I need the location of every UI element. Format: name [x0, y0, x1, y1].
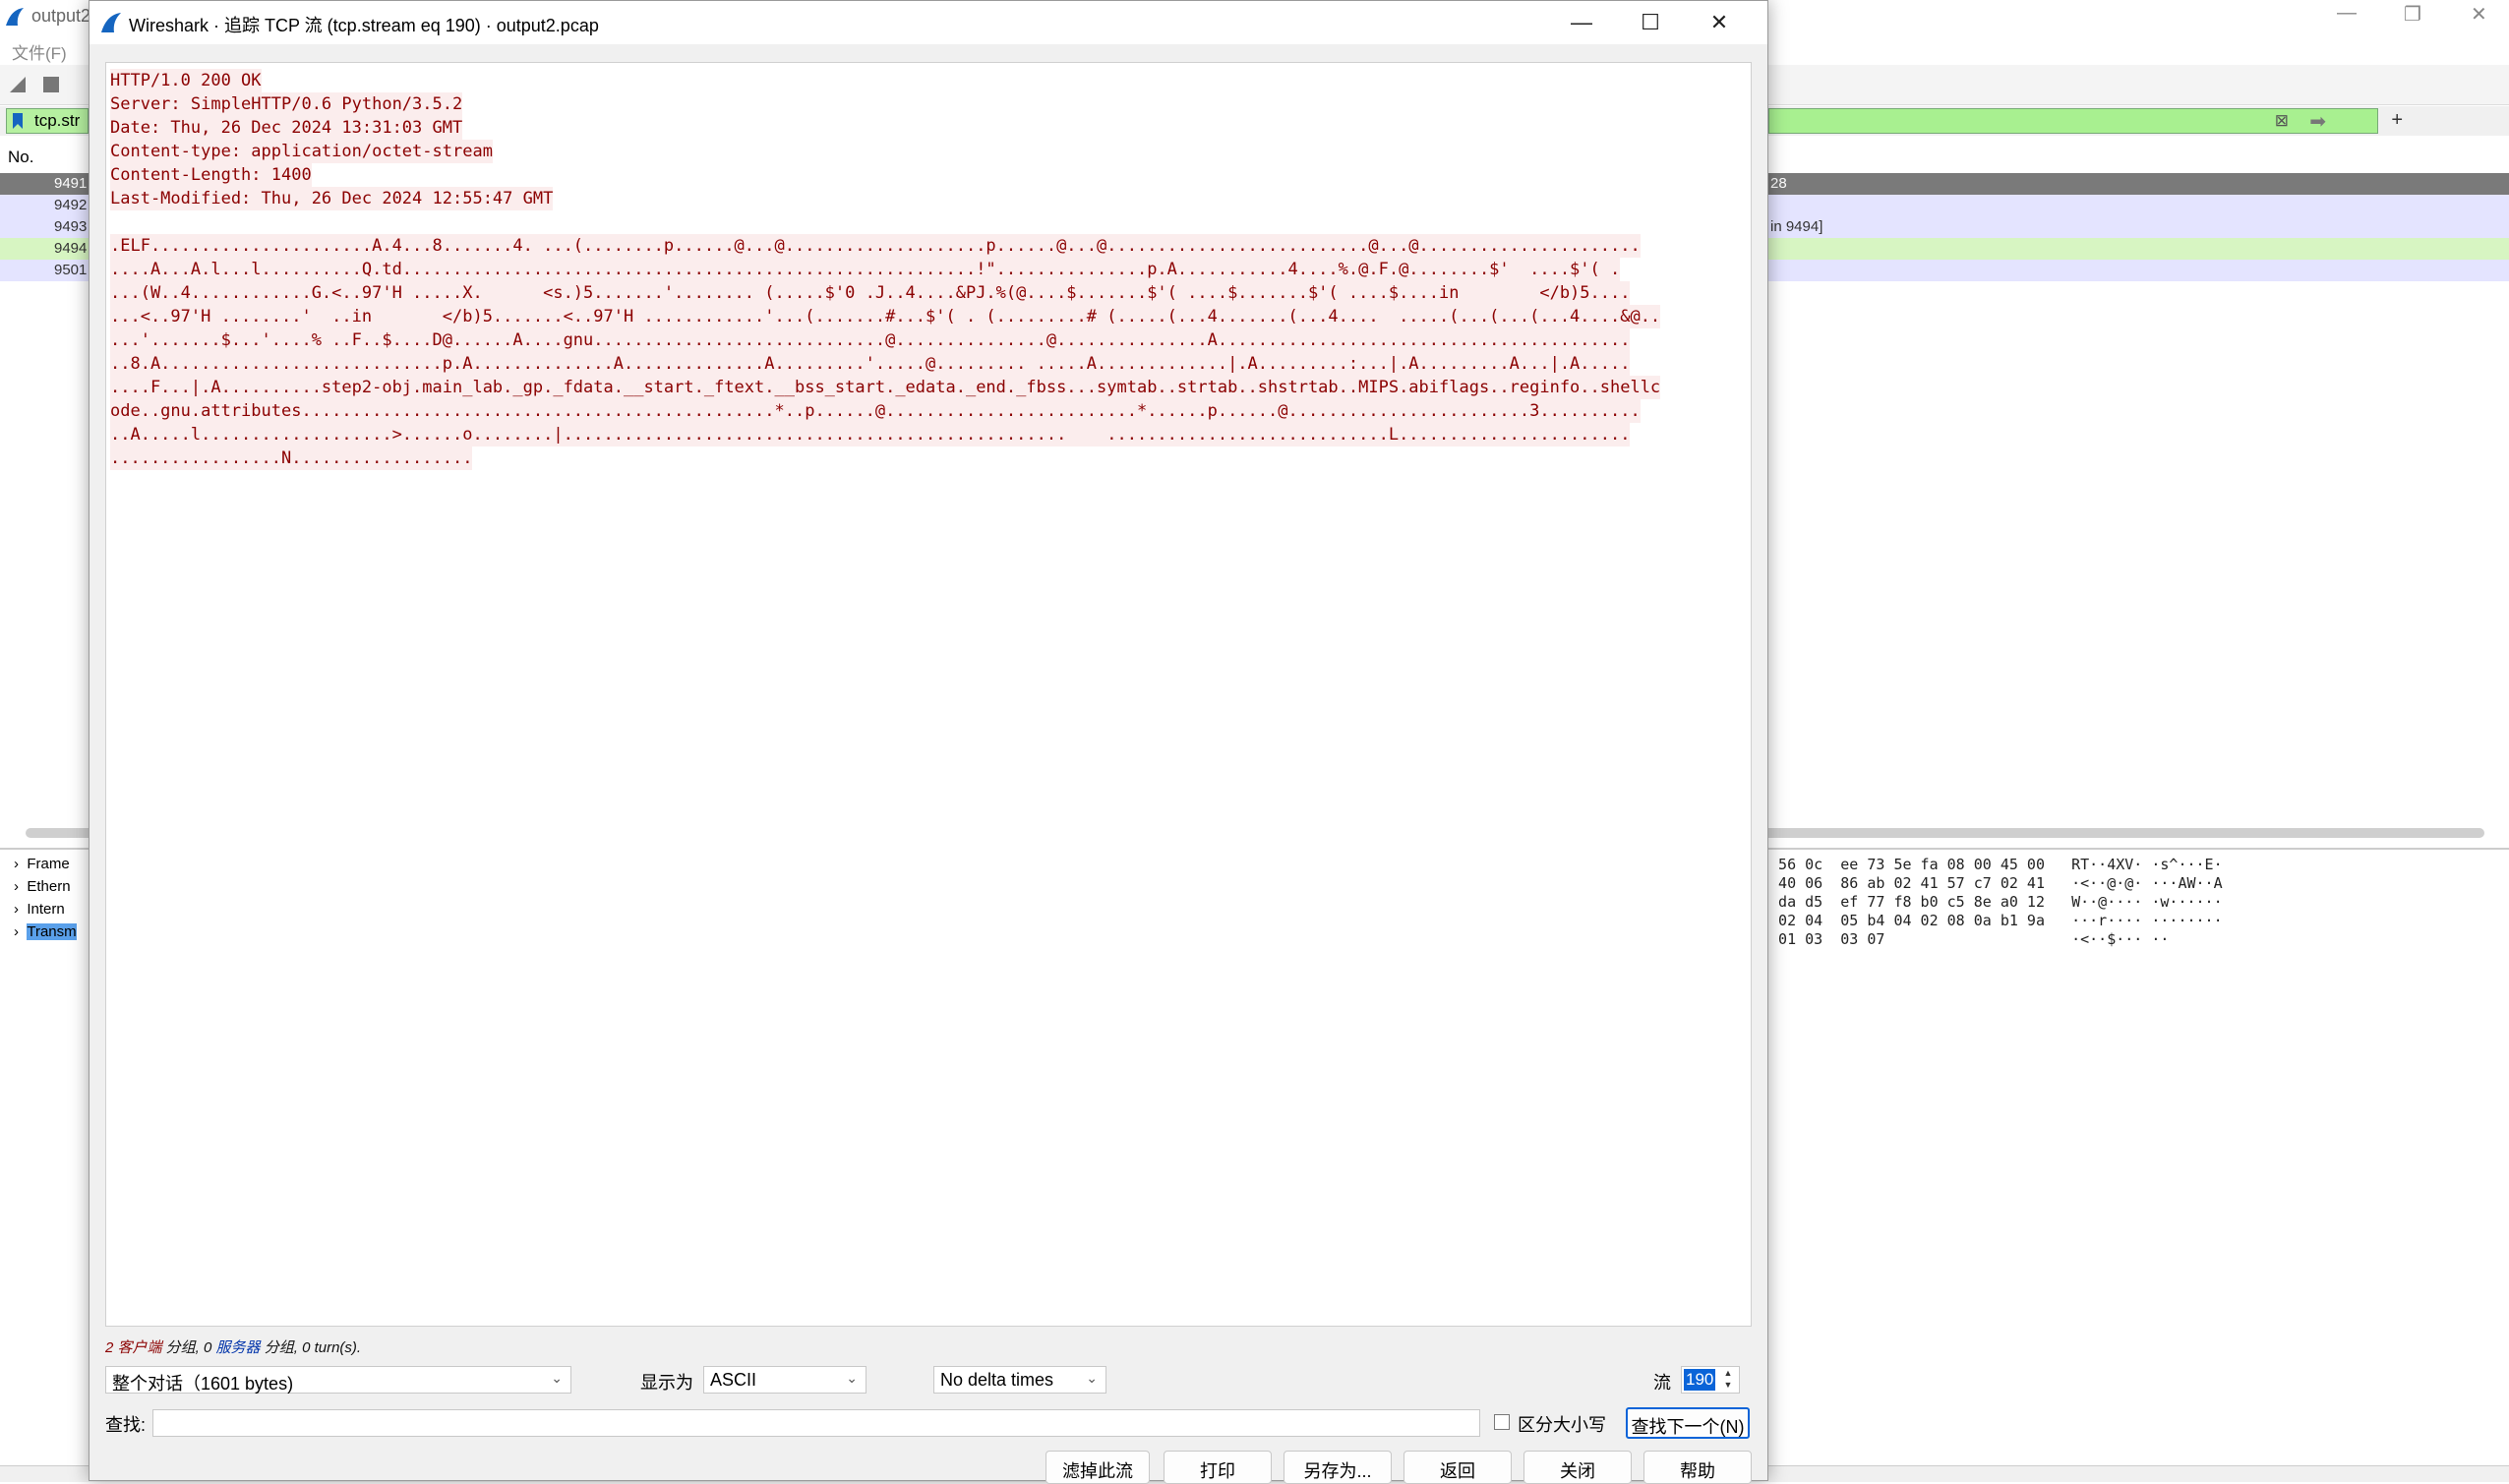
- binary-data-line: ....A...A.l...l..........Q.td...........…: [110, 258, 1621, 281]
- column-no[interactable]: No.: [8, 148, 33, 167]
- follow-tcp-stream-dialog: Wireshark · 追踪 TCP 流 (tcp.stream eq 190)…: [89, 0, 1768, 1484]
- stream-number-spinbox[interactable]: 190 ▲ ▼: [1681, 1366, 1740, 1394]
- hex-row: ) 02 04 05 b4 04 02 08 0a b1 9a ···r····…: [1761, 912, 2223, 929]
- main-window-title: output2: [31, 6, 91, 26]
- tree-item-frame[interactable]: › Frame: [14, 856, 70, 872]
- menu-file[interactable]: 文件(F): [12, 39, 67, 64]
- stream-content-area[interactable]: HTTP/1.0 200 OK Server: SimpleHTTP/0.6 P…: [105, 62, 1752, 1327]
- http-header-line: Date: Thu, 26 Dec 2024 13:31:03 GMT: [110, 116, 463, 140]
- display-filter-input[interactable]: tcp.str: [6, 108, 89, 134]
- back-button[interactable]: 返回: [1404, 1451, 1512, 1484]
- tree-item-transmission[interactable]: › Transm: [14, 923, 77, 940]
- chevron-down-icon: ⌄: [551, 1370, 563, 1386]
- http-header-line: HTTP/1.0 200 OK: [110, 69, 262, 92]
- maximize-button[interactable]: ☐: [1616, 1, 1685, 44]
- dialog-title: Wireshark · 追踪 TCP 流 (tcp.stream eq 190)…: [129, 16, 599, 35]
- conversation-select-value: 整个对话（1601 bytes): [112, 1374, 294, 1394]
- hex-row: 3 da d5 ef 77 f8 b0 c5 8e a0 12 W··@····…: [1761, 893, 2223, 911]
- minimize-icon: —: [1571, 10, 1592, 34]
- dialog-titlebar: Wireshark · 追踪 TCP 流 (tcp.stream eq 190)…: [90, 1, 1767, 44]
- http-header-line: Content-type: application/octet-stream: [110, 140, 493, 163]
- save-as-button[interactable]: 另存为...: [1284, 1451, 1392, 1484]
- stream-summary: 2 客户端 分组, 0 服务器 分组, 0 turn(s).: [105, 1339, 362, 1356]
- close-button[interactable]: ✕: [1685, 1, 1754, 44]
- find-next-button[interactable]: 查找下一个(N): [1626, 1407, 1750, 1439]
- minimize-button[interactable]: —: [1547, 1, 1616, 44]
- bookmark-icon[interactable]: [11, 112, 25, 130]
- help-button[interactable]: 帮助: [1643, 1451, 1752, 1484]
- binary-data-line: ...<..97'H ........' ..in </b)5.......<.…: [110, 305, 1661, 328]
- close-dialog-button[interactable]: 关闭: [1523, 1451, 1632, 1484]
- case-sensitive-checkbox[interactable]: [1494, 1414, 1510, 1430]
- wireshark-logo-icon: [6, 8, 24, 26]
- stream-label: 流: [1653, 1373, 1671, 1393]
- close-icon: ✕: [1709, 10, 1729, 34]
- hex-row: ) 40 06 86 ab 02 41 57 c7 02 41 ·<··@·@·…: [1761, 874, 2223, 892]
- display-filter-input-extension[interactable]: ⊠ ➡ +: [1768, 108, 2403, 134]
- clear-filter-icon[interactable]: ⊠: [2275, 111, 2289, 131]
- add-filter-button-icon[interactable]: +: [2391, 109, 2403, 132]
- shark-fin-start-icon[interactable]: [8, 75, 28, 94]
- binary-data-line: ..A.....l...................>......o....…: [110, 423, 1631, 446]
- binary-data-line: ...'.......$...'....% ..F..$....D@......…: [110, 328, 1631, 352]
- delta-time-value: No delta times: [940, 1370, 1054, 1390]
- show-as-label: 显示为: [640, 1373, 693, 1393]
- stop-icon[interactable]: [41, 75, 61, 94]
- spin-up-icon[interactable]: ▲: [1719, 1368, 1737, 1380]
- show-as-select[interactable]: ASCII ⌄: [703, 1366, 866, 1394]
- chevron-down-icon: ⌄: [1086, 1370, 1098, 1386]
- hex-row: › 01 03 03 07 ·<··$··· ··: [1761, 930, 2170, 948]
- stream-number-value: 190: [1684, 1369, 1716, 1391]
- tree-item-internet[interactable]: › Intern: [14, 901, 65, 918]
- binary-data-line: .................N..................: [110, 446, 473, 470]
- find-input[interactable]: [152, 1409, 1480, 1437]
- maximize-icon: ☐: [1641, 10, 1660, 34]
- conversation-select[interactable]: 整个对话（1601 bytes) ⌄: [105, 1366, 571, 1394]
- binary-data-line: ....F...|.A..........step2-obj.main_lab.…: [110, 376, 1661, 399]
- binary-data-line: ..8.A............................p.A....…: [110, 352, 1631, 376]
- find-label: 查找:: [105, 1415, 147, 1435]
- chevron-down-icon: ⌄: [846, 1370, 858, 1386]
- close-icon[interactable]: ✕: [2471, 2, 2487, 27]
- binary-data-line: ode..gnu.attributes.....................…: [110, 399, 1641, 423]
- tree-item-ethernet[interactable]: › Ethern: [14, 878, 71, 895]
- binary-data-line: ...(W..4............G.<..97'H .....X. <s…: [110, 281, 1631, 305]
- wireshark-logo-icon: [101, 13, 121, 32]
- show-as-value: ASCII: [710, 1370, 757, 1390]
- http-header-line: Server: SimpleHTTP/0.6 Python/3.5.2: [110, 92, 463, 116]
- print-button[interactable]: 打印: [1164, 1451, 1272, 1484]
- hex-row: 3 56 0c ee 73 5e fa 08 00 45 00 RT··4XV·…: [1761, 856, 2223, 873]
- restore-icon[interactable]: ❐: [2404, 2, 2421, 27]
- binary-data-line: .ELF......................A.4...8.......…: [110, 234, 1641, 258]
- case-sensitive-label: 区分大小写: [1518, 1415, 1606, 1435]
- http-header-line: Content-Length: 1400: [110, 163, 312, 187]
- delta-time-select[interactable]: No delta times ⌄: [933, 1366, 1106, 1394]
- display-filter-value: tcp.str: [34, 111, 81, 130]
- apply-filter-arrow-icon[interactable]: ➡: [2309, 109, 2326, 134]
- http-header-line: Last-Modified: Thu, 26 Dec 2024 12:55:47…: [110, 187, 554, 210]
- filter-out-button[interactable]: 滤掉此流: [1045, 1451, 1150, 1484]
- spin-down-icon[interactable]: ▼: [1719, 1380, 1737, 1392]
- minimize-icon[interactable]: —: [2337, 2, 2357, 25]
